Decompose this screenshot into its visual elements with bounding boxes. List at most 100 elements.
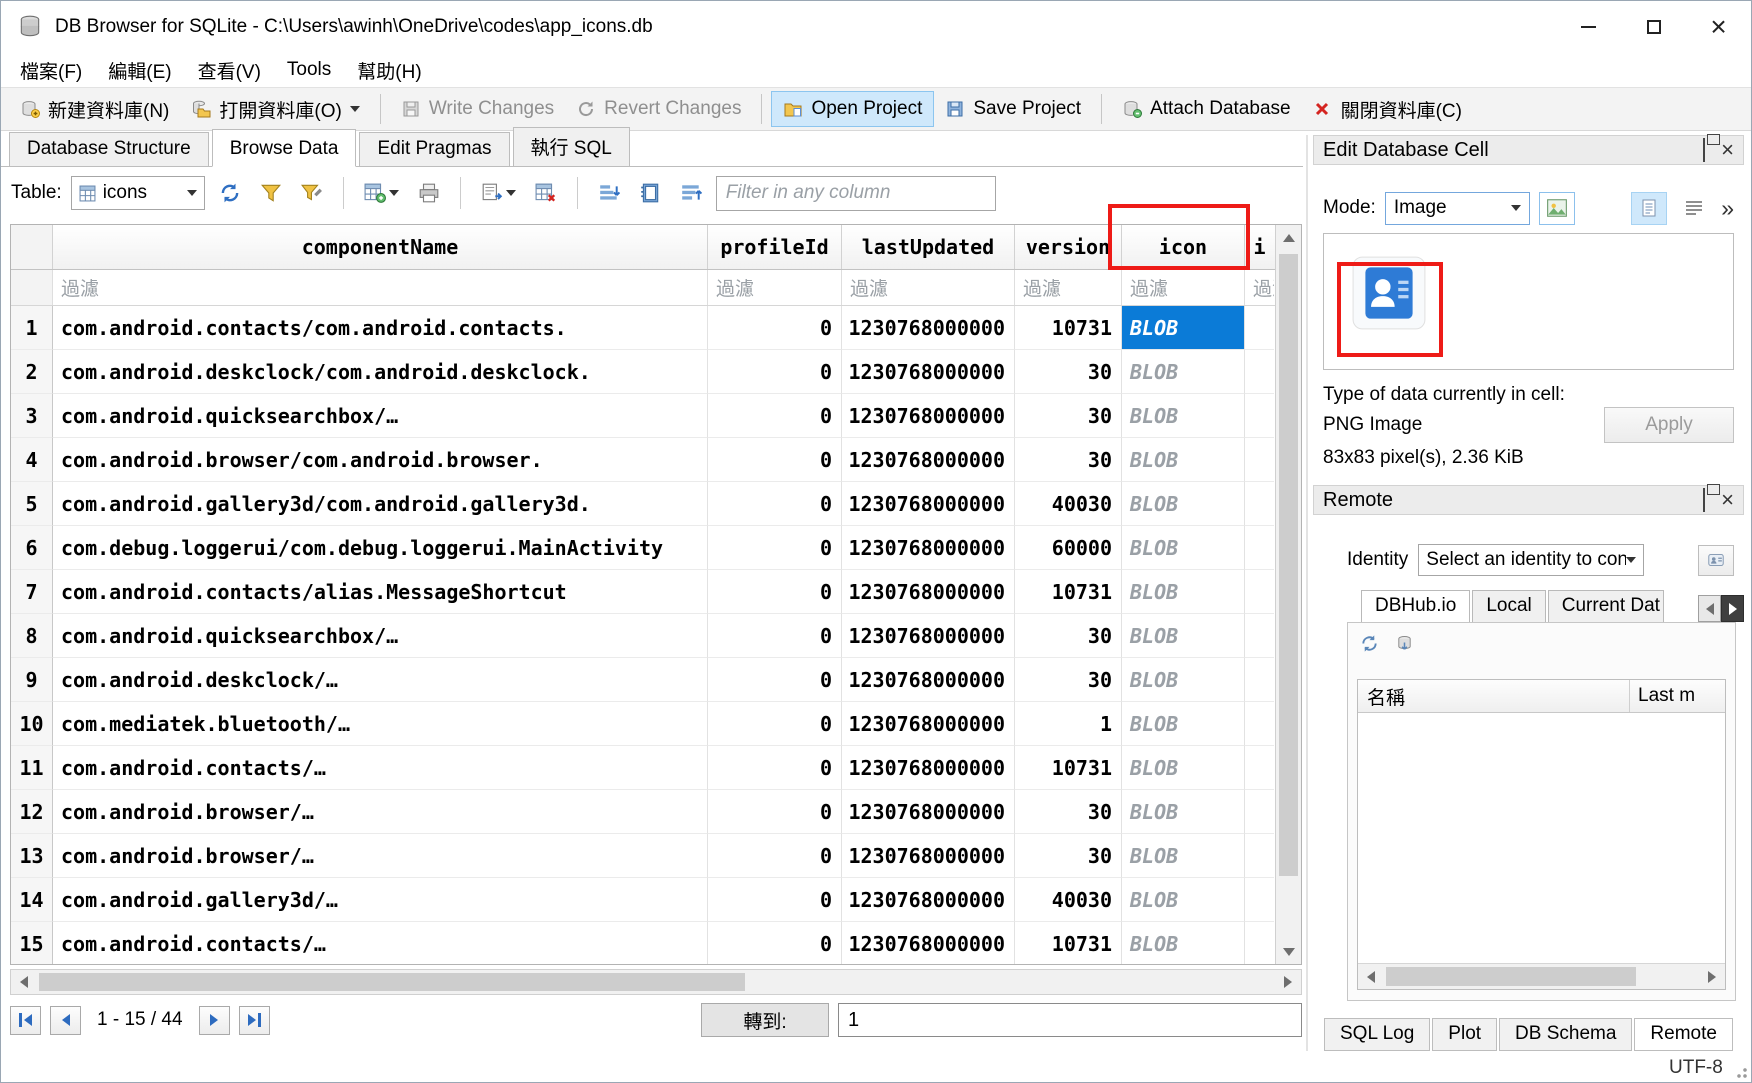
cell-version[interactable]: 40030 — [1015, 482, 1122, 526]
revert-changes-button[interactable]: Revert Changes — [565, 92, 752, 126]
cell-lastUpdated[interactable]: 1230768000000 — [842, 702, 1015, 746]
remote-column-last-modified[interactable]: Last m — [1629, 680, 1725, 712]
float-panel-button[interactable] — [1703, 139, 1705, 162]
open-project-button[interactable]: Open Project — [771, 91, 934, 127]
remote-scroll-thumb[interactable] — [1386, 967, 1636, 986]
scroll-left-button[interactable] — [11, 970, 37, 994]
cell-icon-blob[interactable]: BLOB — [1122, 438, 1245, 482]
first-record-button[interactable] — [10, 1006, 41, 1035]
filter-input-icon[interactable]: 過濾 — [1122, 270, 1245, 305]
cell-icon-blob[interactable]: BLOB — [1122, 834, 1245, 878]
scroll-up-button[interactable] — [1276, 225, 1301, 250]
float-remote-panel-button[interactable] — [1703, 489, 1705, 512]
cell-version[interactable]: 30 — [1015, 394, 1122, 438]
cell-partial[interactable] — [1245, 702, 1274, 746]
cell-lastUpdated[interactable]: 1230768000000 — [842, 878, 1015, 922]
image-view-button[interactable] — [1539, 192, 1575, 225]
row-number-cell[interactable]: 7 — [11, 570, 53, 614]
word-wrap-button[interactable] — [1676, 192, 1712, 225]
cell-version[interactable]: 30 — [1015, 350, 1122, 394]
row-number-cell[interactable]: 1 — [11, 306, 53, 350]
export-dropdown-icon[interactable] — [506, 190, 516, 196]
save-project-button[interactable]: Save Project — [934, 92, 1092, 126]
minimize-button[interactable] — [1556, 1, 1621, 53]
filter-input-componentName[interactable]: 過濾 — [53, 270, 708, 305]
cell-profileId[interactable]: 0 — [708, 438, 842, 482]
cell-componentName[interactable]: com.android.contacts/… — [53, 922, 708, 964]
cell-profileId[interactable]: 0 — [708, 306, 842, 350]
open-database-button[interactable]: 打開資料庫(O) — [180, 90, 370, 129]
tab-database-structure[interactable]: Database Structure — [9, 132, 209, 166]
cell-icon-blob[interactable]: BLOB — [1122, 702, 1245, 746]
menu-file[interactable]: 檔案(F) — [7, 53, 95, 88]
row-number-cell[interactable]: 3 — [11, 394, 53, 438]
menu-help[interactable]: 幫助(H) — [344, 53, 434, 88]
cell-profileId[interactable]: 0 — [708, 702, 842, 746]
cell-icon-blob[interactable]: BLOB — [1122, 350, 1245, 394]
tab-execute-sql[interactable]: 執行 SQL — [513, 127, 630, 166]
cell-partial[interactable] — [1245, 658, 1274, 702]
remote-column-name[interactable]: 名稱 — [1358, 680, 1629, 712]
cell-componentName[interactable]: com.android.browser/com.android.browser. — [53, 438, 708, 482]
row-number-cell[interactable]: 6 — [11, 526, 53, 570]
cell-lastUpdated[interactable]: 1230768000000 — [842, 570, 1015, 614]
last-record-button[interactable] — [239, 1006, 270, 1035]
row-number-cell[interactable]: 5 — [11, 482, 53, 526]
dock-tab-sql-log[interactable]: SQL Log — [1324, 1018, 1430, 1051]
remote-scroll-track[interactable] — [1384, 964, 1699, 989]
menu-edit[interactable]: 編輯(E) — [95, 53, 184, 88]
tab-edit-pragmas[interactable]: Edit Pragmas — [359, 132, 509, 166]
cell-partial[interactable] — [1245, 746, 1274, 790]
mode-select[interactable]: Image — [1385, 192, 1530, 225]
cell-icon-blob[interactable]: BLOB — [1122, 878, 1245, 922]
clone-database-button[interactable] — [1395, 634, 1414, 653]
cell-partial[interactable] — [1245, 350, 1274, 394]
cell-icon-blob[interactable]: BLOB — [1122, 790, 1245, 834]
cell-lastUpdated[interactable]: 1230768000000 — [842, 614, 1015, 658]
filter-input-lastUpdated[interactable]: 過濾 — [842, 270, 1015, 305]
save-filter-button[interactable] — [634, 178, 666, 208]
cell-componentName[interactable]: com.android.contacts/… — [53, 746, 708, 790]
cell-version[interactable]: 10731 — [1015, 746, 1122, 790]
cell-version[interactable]: 30 — [1015, 614, 1122, 658]
column-header-version[interactable]: version — [1015, 225, 1122, 269]
cell-version[interactable]: 30 — [1015, 658, 1122, 702]
cell-profileId[interactable]: 0 — [708, 394, 842, 438]
cell-profileId[interactable]: 0 — [708, 922, 842, 964]
cell-partial[interactable] — [1245, 834, 1274, 878]
next-record-button[interactable] — [199, 1006, 230, 1035]
new-record-dropdown-icon[interactable] — [389, 190, 399, 196]
close-remote-panel-button[interactable]: × — [1721, 489, 1734, 511]
menu-view[interactable]: 查看(V) — [185, 53, 274, 88]
column-header-componentName[interactable]: componentName — [53, 225, 708, 269]
cell-profileId[interactable]: 0 — [708, 790, 842, 834]
encoding-status[interactable]: UTF-8 — [1669, 1057, 1723, 1079]
cell-icon-blob[interactable]: BLOB — [1122, 570, 1245, 614]
cell-partial[interactable] — [1245, 878, 1274, 922]
apply-button[interactable]: Apply — [1604, 407, 1734, 443]
cell-lastUpdated[interactable]: 1230768000000 — [842, 438, 1015, 482]
row-number-cell[interactable]: 13 — [11, 834, 53, 878]
cell-profileId[interactable]: 0 — [708, 746, 842, 790]
cell-version[interactable]: 60000 — [1015, 526, 1122, 570]
filter-input-profileId[interactable]: 過濾 — [708, 270, 842, 305]
menu-tools[interactable]: Tools — [274, 55, 344, 85]
close-database-button[interactable]: 關閉資料庫(C) — [1302, 90, 1473, 129]
close-button[interactable]: × — [1686, 1, 1751, 53]
cell-profileId[interactable]: 0 — [708, 614, 842, 658]
cell-version[interactable]: 30 — [1015, 834, 1122, 878]
attach-database-button[interactable]: Attach Database — [1111, 92, 1301, 126]
tabs-scroll-right-button[interactable] — [1721, 595, 1744, 622]
cell-componentName[interactable]: com.mediatek.bluetooth/… — [53, 702, 708, 746]
sort-desc-button[interactable] — [675, 178, 707, 208]
scroll-down-button[interactable] — [1276, 939, 1301, 964]
cell-version[interactable]: 30 — [1015, 790, 1122, 834]
cell-version[interactable]: 10731 — [1015, 922, 1122, 964]
vertical-scroll-track[interactable] — [1276, 250, 1301, 939]
table-select[interactable]: icons — [71, 176, 205, 210]
tab-browse-data[interactable]: Browse Data — [212, 129, 357, 167]
panel-splitter[interactable] — [1306, 135, 1308, 1051]
text-mode-button[interactable] — [1631, 192, 1667, 225]
cell-componentName[interactable]: com.debug.loggerui/com.debug.loggerui.Ma… — [53, 526, 708, 570]
cell-icon-blob[interactable]: BLOB — [1122, 746, 1245, 790]
